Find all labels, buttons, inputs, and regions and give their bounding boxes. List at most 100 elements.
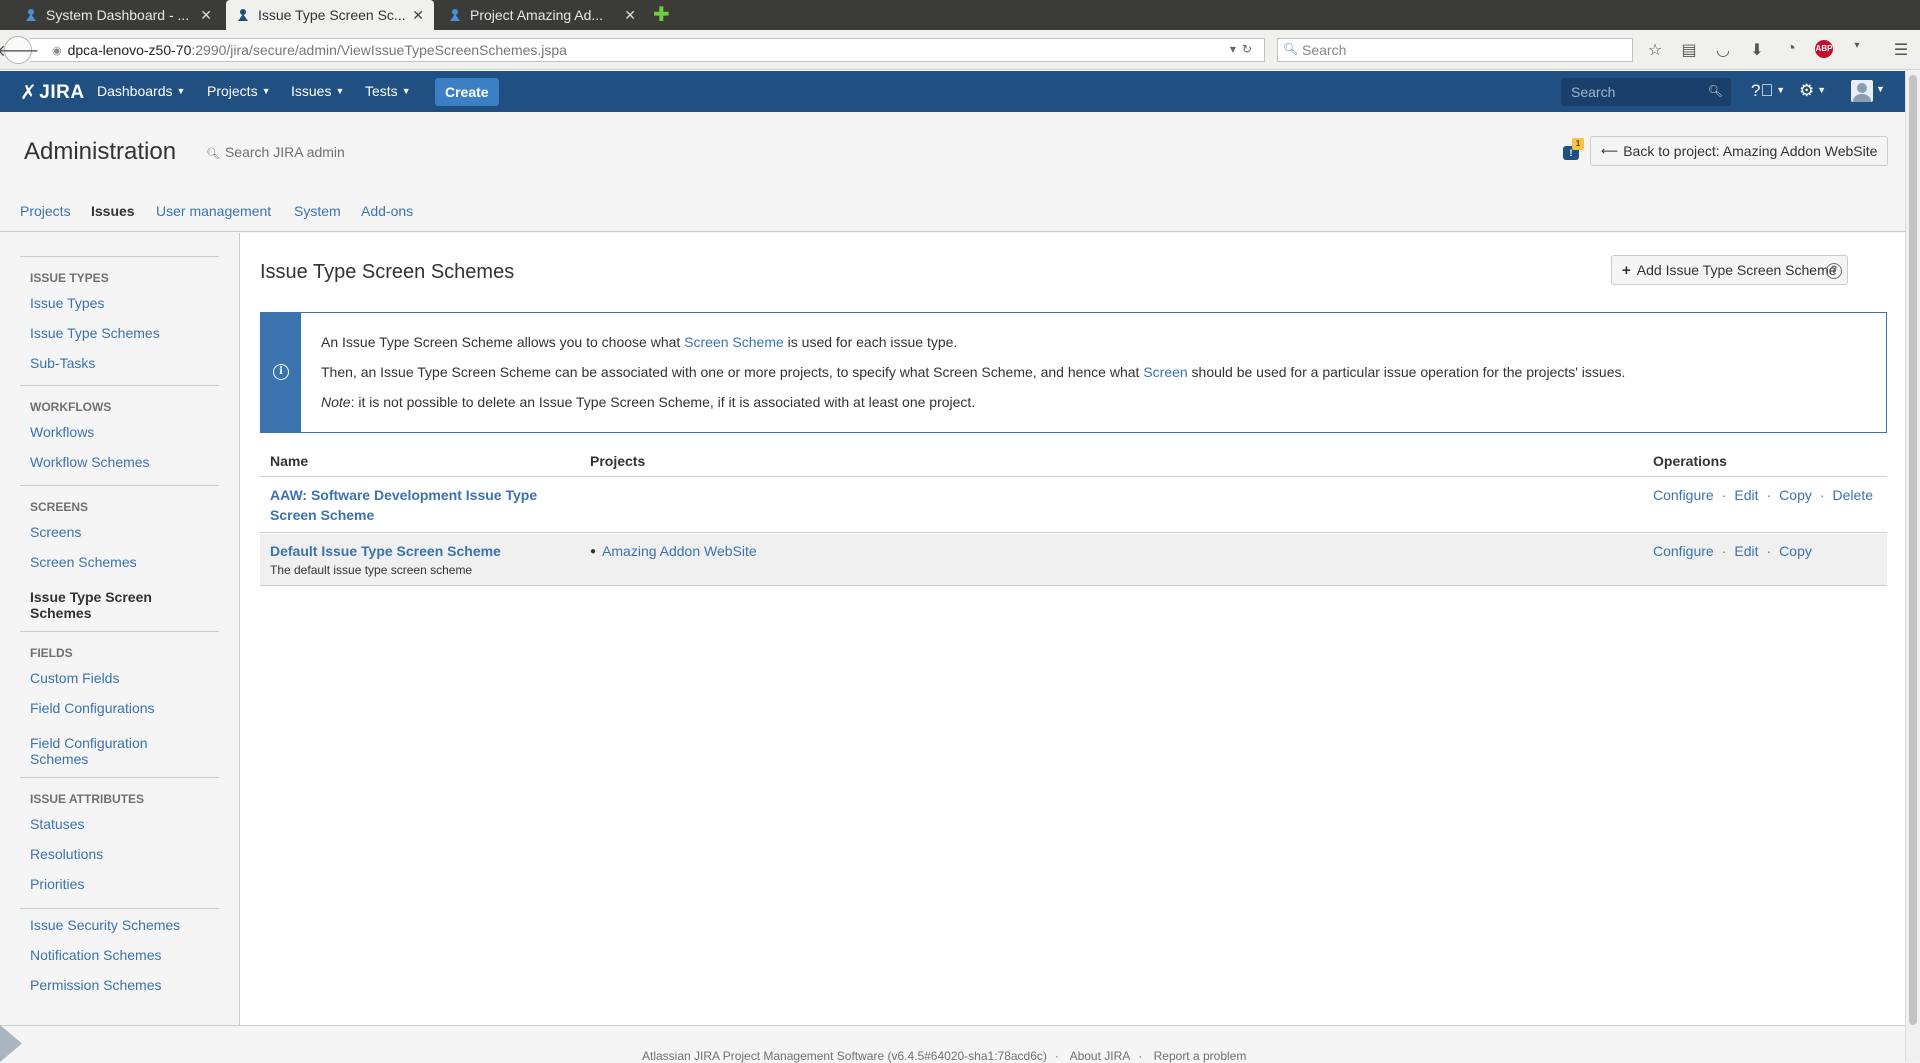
project-link[interactable]: Amazing Addon WebSite xyxy=(602,543,757,559)
browser-search-input[interactable]: 🔍︎ Search xyxy=(1277,38,1633,62)
admin-search-placeholder: Search JIRA admin xyxy=(224,144,345,160)
notification-icon[interactable]: ! 1 xyxy=(1563,138,1584,161)
sidebar-heading-workflows: Workflows xyxy=(30,400,112,414)
admin-search-input[interactable]: 🔍︎ Search JIRA admin xyxy=(206,144,345,160)
chat-icon[interactable]: ◔ xyxy=(1781,40,1801,60)
menu-projects[interactable]: Projects ▼ xyxy=(207,83,271,99)
table-row: AAW: Software Development Issue Type Scr… xyxy=(260,478,1887,533)
bookmark-star-icon[interactable]: ☆ xyxy=(1645,40,1665,60)
copy-link[interactable]: Copy xyxy=(1779,487,1812,503)
menu-label: Projects xyxy=(207,83,258,99)
section-title: Issue Type Screen Schemes xyxy=(260,261,515,283)
sidebar-item-notification-schemes[interactable]: Notification Schemes xyxy=(30,947,210,963)
table-row: Default Issue Type Screen Scheme The def… xyxy=(260,534,1887,586)
new-tab-plus-icon[interactable]: ✚ xyxy=(653,5,670,25)
sidebar-item-screens[interactable]: Screens xyxy=(30,524,210,540)
user-profile-menu[interactable]: ▼ xyxy=(1851,80,1885,102)
scheme-name-link[interactable]: AAW: Software Development Issue Type Scr… xyxy=(270,485,560,525)
browser-back-button[interactable]: 🡐 xyxy=(0,36,39,64)
sidebar-item-priorities[interactable]: Priorities xyxy=(30,876,210,892)
browser-tab-issue-type-screen-schemes[interactable]: Issue Type Screen Sc... ✕ xyxy=(226,0,434,30)
jira-search-input[interactable]: Search 🔍︎ xyxy=(1561,78,1731,106)
column-header-name: Name xyxy=(270,453,309,469)
scrollbar-thumb[interactable] xyxy=(1909,75,1917,1025)
chevron-down-icon[interactable]: ▾ xyxy=(1847,40,1867,60)
page-scrollbar[interactable] xyxy=(1905,71,1920,1062)
tab-system[interactable]: System xyxy=(294,203,341,219)
chevron-down-icon: ▼ xyxy=(335,86,345,96)
column-header-projects: Projects xyxy=(590,453,646,469)
sidebar-divider xyxy=(20,777,219,778)
adblock-icon[interactable]: ABP xyxy=(1815,40,1833,58)
tab-add-ons[interactable]: Add-ons xyxy=(361,203,413,219)
close-icon[interactable]: ✕ xyxy=(412,7,424,24)
copy-link[interactable]: Copy xyxy=(1779,543,1812,559)
back-to-project-button[interactable]: ⟵ Back to project: Amazing Addon WebSite xyxy=(1590,136,1889,166)
close-icon[interactable]: ✕ xyxy=(200,7,212,24)
browser-tab-dashboard[interactable]: System Dashboard - ... ✕ xyxy=(14,0,222,30)
sidebar-item-issue-types[interactable]: Issue Types xyxy=(30,295,210,311)
sidebar-item-issue-security-schemes[interactable]: Issue Security Schemes xyxy=(30,917,210,933)
close-icon[interactable]: ✕ xyxy=(624,7,636,24)
jira-search-placeholder: Search xyxy=(1571,84,1616,100)
configure-link[interactable]: Configure xyxy=(1653,543,1714,559)
hamburger-menu-icon[interactable]: ☰ xyxy=(1891,40,1911,60)
download-icon[interactable]: ⬇ xyxy=(1747,40,1767,60)
help-icon[interactable]: ? xyxy=(1826,263,1842,279)
create-button[interactable]: Create xyxy=(435,78,499,106)
sidebar-item-field-configurations[interactable]: Field Configurations xyxy=(30,700,210,716)
browser-tab-bar: System Dashboard - ... ✕ Issue Type Scre… xyxy=(0,0,1920,30)
sidebar-item-permission-schemes[interactable]: Permission Schemes xyxy=(30,977,210,993)
dropdown-reload-icons[interactable]: ▾↻ xyxy=(1230,42,1258,56)
scheme-name-line: Screen Scheme xyxy=(270,507,375,523)
chevron-down-icon: ▼ xyxy=(176,86,186,96)
menu-issues[interactable]: Issues ▼ xyxy=(291,83,344,99)
footer-report-link[interactable]: Report a problem xyxy=(1154,1049,1247,1063)
screen-scheme-link[interactable]: Screen Scheme xyxy=(684,334,784,350)
sidebar-item-field-configuration-schemes[interactable]: Field Configuration Schemes xyxy=(30,735,170,767)
pocket-icon[interactable]: ◡ xyxy=(1713,40,1733,60)
browser-tab-project[interactable]: Project Amazing Ad... ✕ xyxy=(438,0,646,30)
browser-nav-bar: ◉ dpca-lenovo-z50-70 :2990/jira/secure/a… xyxy=(0,30,1920,70)
menu-dashboards[interactable]: Dashboards ▼ xyxy=(97,83,185,99)
edit-link[interactable]: Edit xyxy=(1734,543,1758,559)
admin-settings-menu[interactable]: ⚙ ▼ xyxy=(1799,81,1826,101)
reading-list-icon[interactable]: ▤ xyxy=(1679,40,1699,60)
table-header: Name Projects Operations xyxy=(260,445,1887,477)
scheme-name-link[interactable]: Default Issue Type Screen Scheme xyxy=(270,541,560,561)
footer-about-link[interactable]: About JIRA xyxy=(1070,1049,1131,1063)
sidebar-item-custom-fields[interactable]: Custom Fields xyxy=(30,670,210,686)
jira-logo[interactable]: ✗ JIRA xyxy=(20,80,85,105)
sidebar-item-resolutions[interactable]: Resolutions xyxy=(30,846,210,862)
screen-link[interactable]: Screen xyxy=(1143,364,1187,380)
sidebar-item-issue-type-screen-schemes[interactable]: Issue Type Screen Schemes xyxy=(30,589,170,621)
page-footer: Atlassian JIRA Project Management Softwa… xyxy=(0,1025,1905,1063)
separator: · xyxy=(1766,543,1772,559)
menu-tests[interactable]: Tests ▼ xyxy=(365,83,411,99)
tab-issues[interactable]: Issues xyxy=(91,203,135,219)
help-menu[interactable]: ?⃝ ▼ xyxy=(1751,81,1785,101)
menu-label: Dashboards xyxy=(97,83,173,99)
url-bar[interactable]: ◉ dpca-lenovo-z50-70 :2990/jira/secure/a… xyxy=(30,38,1265,62)
search-icon: 🔍︎ xyxy=(206,148,220,160)
edit-link[interactable]: Edit xyxy=(1734,487,1758,503)
add-button-label: Add Issue Type Screen Scheme xyxy=(1636,262,1837,278)
configure-link[interactable]: Configure xyxy=(1653,487,1714,503)
sidebar-item-issue-type-schemes[interactable]: Issue Type Schemes xyxy=(30,325,210,341)
info-icon: i xyxy=(273,364,289,380)
delete-link[interactable]: Delete xyxy=(1833,487,1873,503)
tab-projects[interactable]: Projects xyxy=(20,203,71,219)
sidebar-item-workflows[interactable]: Workflows xyxy=(30,424,210,440)
browser-tab-title: Issue Type Screen Sc... xyxy=(258,7,406,23)
tab-user-management[interactable]: User management xyxy=(156,203,271,219)
sidebar-item-statuses[interactable]: Statuses xyxy=(30,816,210,832)
admin-header: Administration 🔍︎ Search JIRA admin ! 1 ⟵… xyxy=(0,112,1905,192)
separator: · xyxy=(1138,1049,1143,1063)
add-issue-type-screen-scheme-button[interactable]: + Add Issue Type Screen Scheme xyxy=(1611,255,1848,285)
sidebar-item-workflow-schemes[interactable]: Workflow Schemes xyxy=(30,454,210,470)
page-info-icon[interactable]: ◉ xyxy=(52,44,62,57)
sidebar-item-screen-schemes[interactable]: Screen Schemes xyxy=(30,554,210,570)
scheme-description: The default issue type screen scheme xyxy=(270,563,473,577)
sidebar-item-sub-tasks[interactable]: Sub-Tasks xyxy=(30,355,210,371)
footer-software-link[interactable]: Atlassian JIRA Project Management Softwa… xyxy=(642,1049,1047,1063)
